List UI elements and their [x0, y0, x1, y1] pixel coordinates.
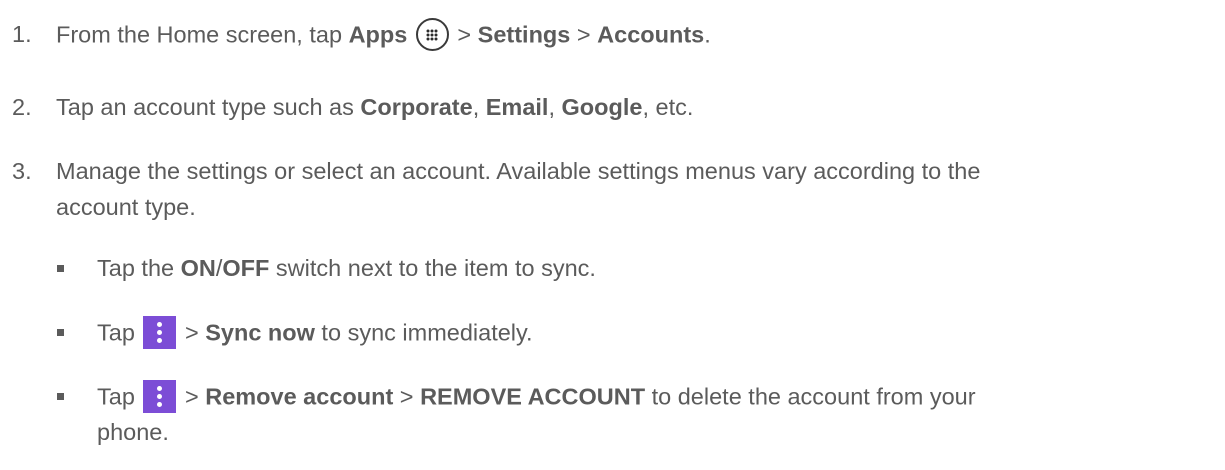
more-vert-icon [143, 316, 177, 349]
bullet-text: Tap the ON/OFF switch next to the item t… [97, 255, 596, 281]
step-number: 3. [12, 158, 32, 184]
apps-label: Apps [348, 21, 408, 48]
on-label: ON [180, 255, 216, 281]
step-text: Manage the settings or select an account… [56, 158, 981, 184]
settings-label: Settings [477, 21, 571, 48]
accounts-label: Accounts [597, 21, 705, 48]
step-text: Tap an account type such as Corporate, E… [56, 94, 694, 120]
step-text: account type. [56, 194, 196, 220]
remove-account-caps-label: REMOVE ACCOUNT [420, 383, 646, 410]
more-vert-icon [143, 380, 177, 413]
bullet-marker [57, 329, 64, 336]
bullet-marker [57, 265, 64, 272]
step-number: 1. [12, 21, 32, 47]
email-label: Email [485, 94, 549, 120]
corporate-label: Corporate [360, 94, 473, 120]
bullet-text: Tap > Remove account > REMOVE ACCOUNT to… [97, 380, 976, 415]
google-label: Google [561, 94, 643, 120]
apps-grid-icon [415, 18, 449, 51]
step-number: 2. [12, 94, 32, 120]
bullet-marker [57, 393, 64, 400]
bullet-text: Tap > Sync now to sync immediately. [97, 316, 533, 351]
remove-account-label: Remove account [205, 383, 394, 410]
off-label: OFF [222, 255, 270, 281]
sync-now-label: Sync now [205, 319, 315, 346]
bullet-text: phone. [97, 419, 169, 445]
step-text: From the Home screen, tap Apps > Setting… [56, 18, 711, 53]
